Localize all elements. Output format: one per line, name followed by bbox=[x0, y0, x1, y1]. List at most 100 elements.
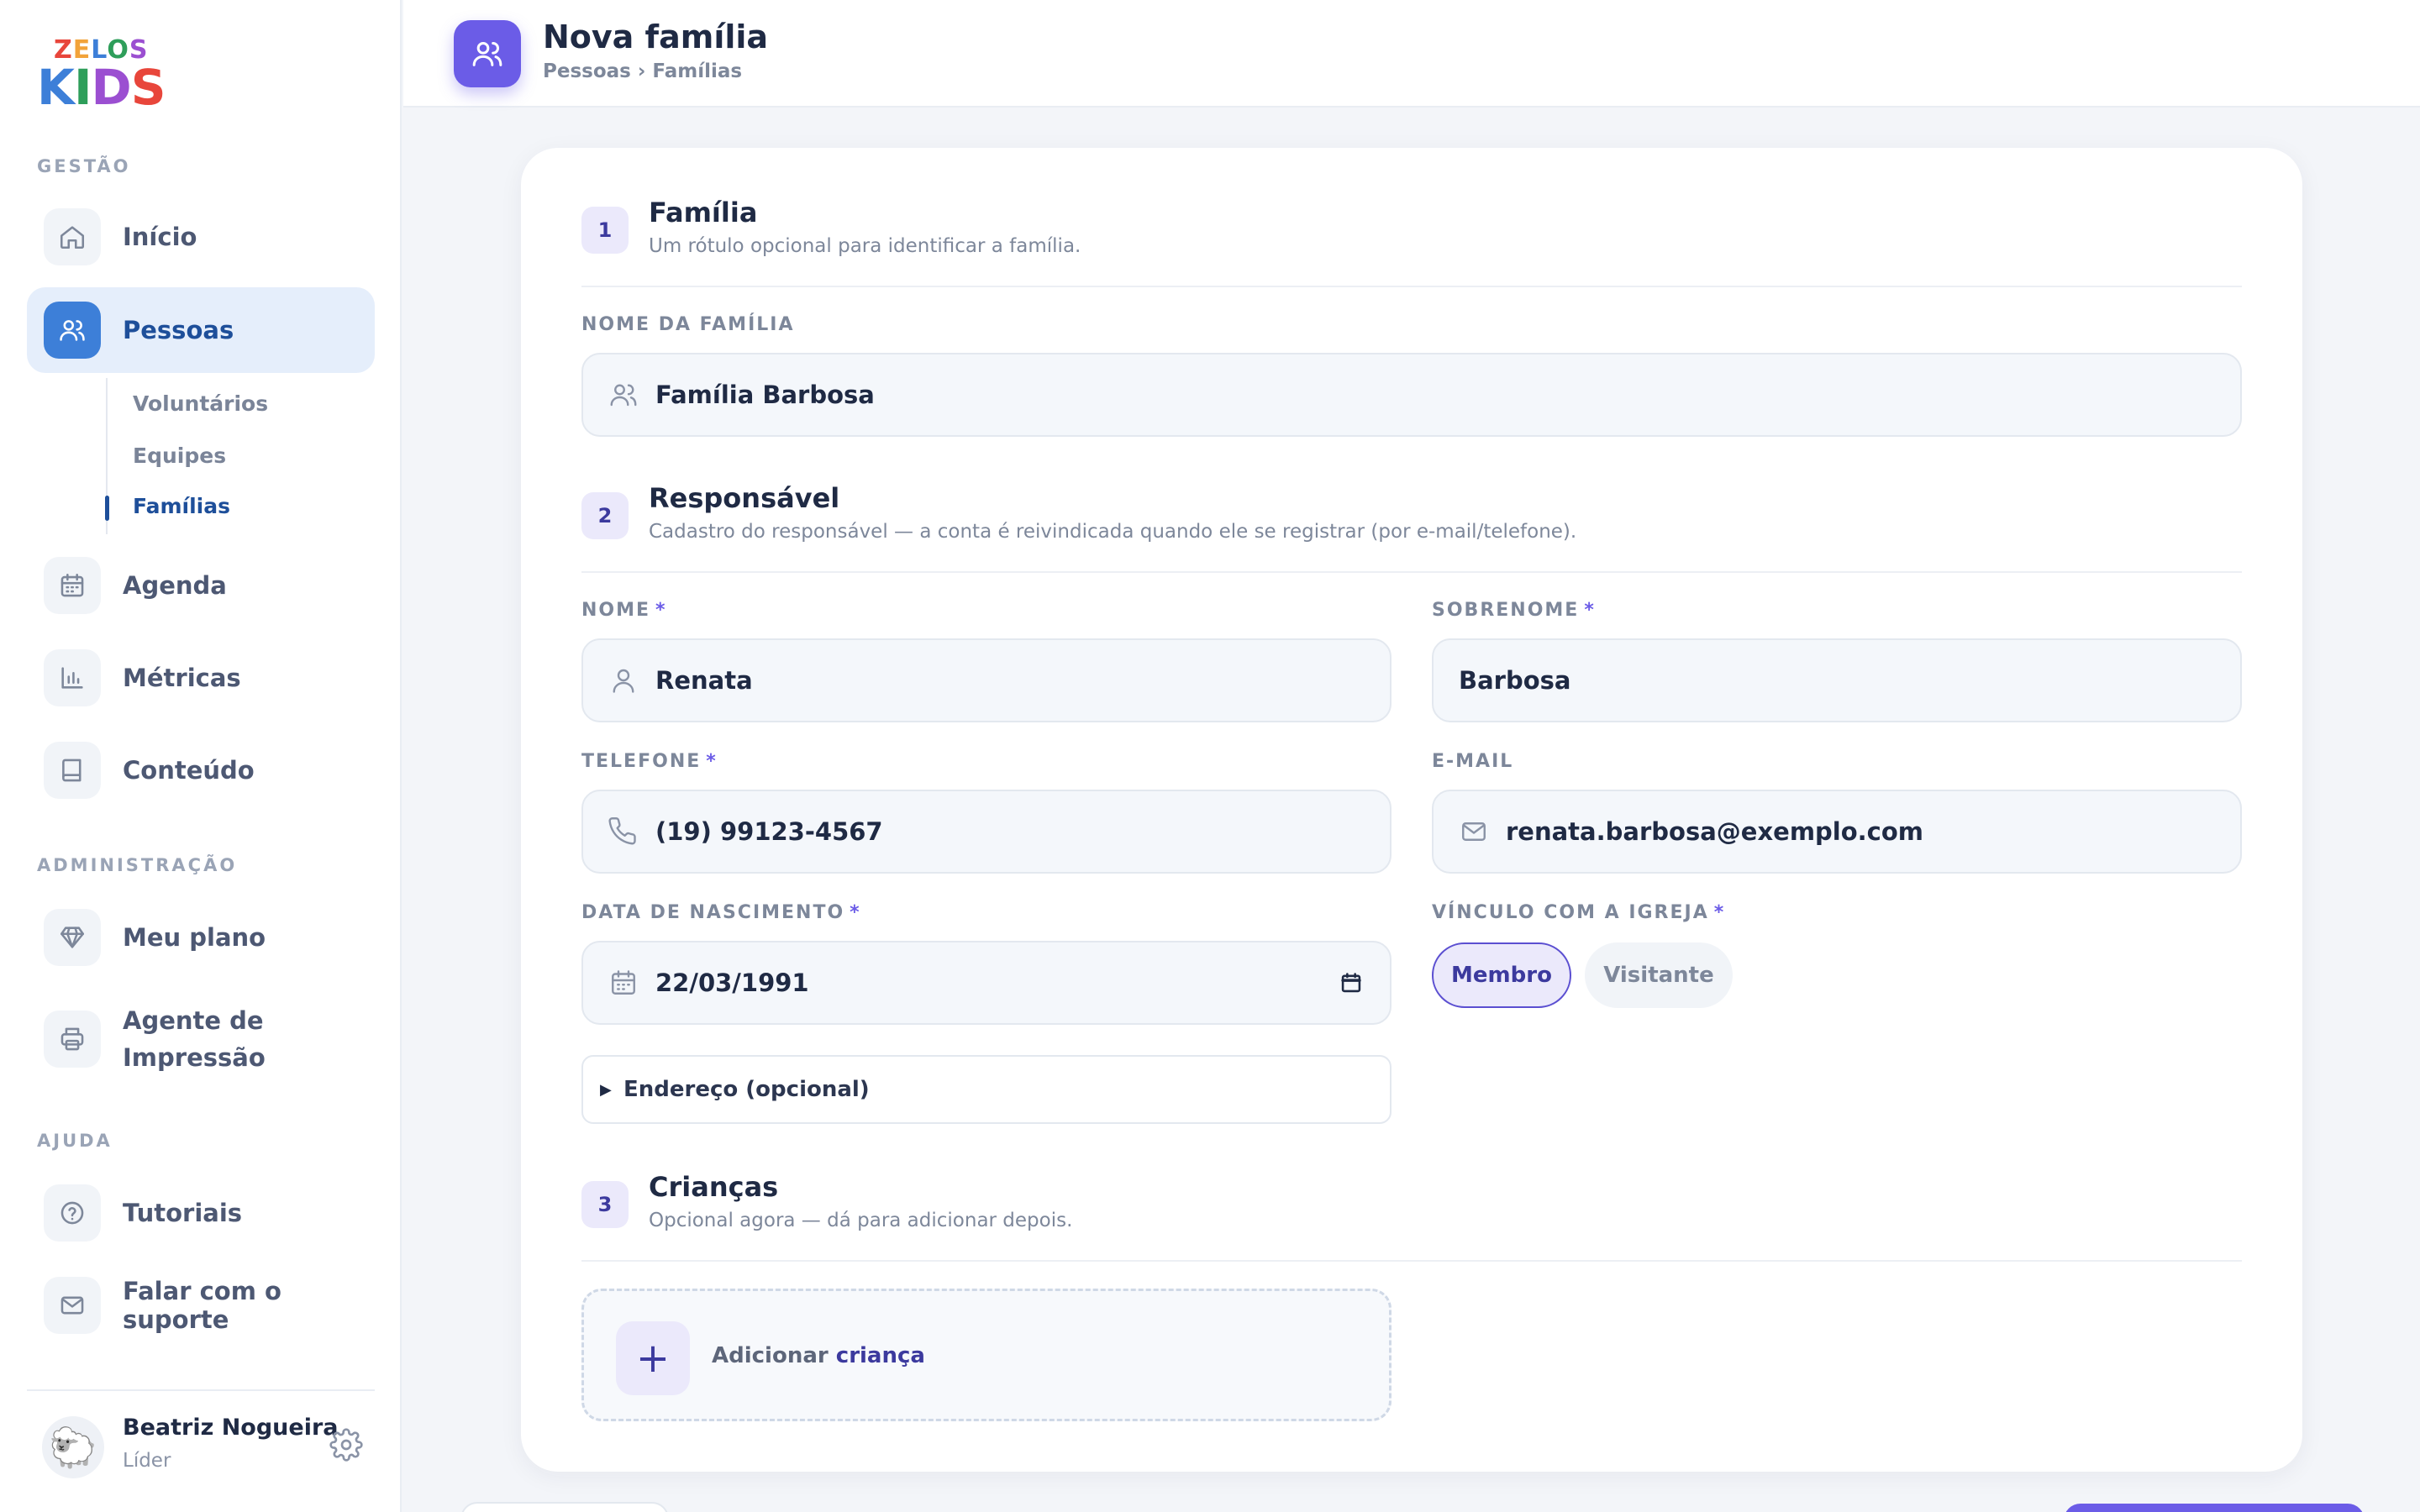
field-label-email: E-MAIL bbox=[1432, 751, 1513, 772]
divider bbox=[581, 1260, 2242, 1262]
book-icon bbox=[44, 742, 101, 799]
calendar-icon bbox=[44, 557, 101, 614]
field-label-vinculo: VÍNCULO COM A IGREJA * bbox=[1432, 902, 1725, 923]
phone-input[interactable]: (19) 99123-4567 bbox=[581, 790, 1392, 874]
sidebar-item-metricas[interactable]: Métricas bbox=[27, 635, 375, 721]
section-title-responsavel: Responsável bbox=[649, 482, 840, 514]
mail-icon bbox=[44, 1277, 101, 1334]
user-icon bbox=[613, 669, 634, 693]
subnav-item-equipes[interactable]: Equipes bbox=[133, 444, 226, 468]
add-child-button[interactable]: + Adicionar criança bbox=[581, 1289, 1392, 1421]
sidebar-item-label: Métricas bbox=[123, 664, 241, 692]
label-text: SOBRENOME bbox=[1432, 600, 1580, 621]
subnav-item-familias[interactable]: Famílias bbox=[133, 494, 230, 518]
active-marker bbox=[105, 496, 109, 521]
last-name-input[interactable]: Barbosa bbox=[1432, 638, 2242, 722]
add-child-prefix: Adicionar bbox=[712, 1343, 829, 1368]
calendar-icon bbox=[612, 970, 635, 995]
label-text: DATA DE NASCIMENTO bbox=[581, 902, 845, 923]
required-mark: * bbox=[706, 751, 718, 772]
address-disclosure-label: Endereço (opcional) bbox=[623, 1077, 870, 1102]
logo-letter: I bbox=[73, 59, 92, 116]
input-value: Renata bbox=[655, 666, 753, 695]
section-title-familia: Família bbox=[649, 197, 758, 228]
secondary-action-button[interactable] bbox=[460, 1502, 669, 1512]
sidebar-item-label: Início bbox=[123, 223, 197, 251]
sidebar-item-label: Conteúdo bbox=[123, 756, 255, 785]
help-circle-icon bbox=[44, 1184, 101, 1242]
first-name-input[interactable]: Renata bbox=[581, 638, 1392, 722]
step-badge-2: 2 bbox=[581, 492, 629, 539]
vinculo-option-membro[interactable]: Membro bbox=[1432, 942, 1571, 1008]
users-icon bbox=[454, 20, 521, 87]
logo-letter: S bbox=[130, 59, 166, 116]
email-input[interactable]: renata.barbosa@exemplo.com bbox=[1432, 790, 2242, 874]
family-form-card: 1 Família Um rótulo opcional para identi… bbox=[521, 148, 2302, 1472]
sidebar-item-label: Agenda bbox=[123, 571, 227, 600]
breadcrumb[interactable]: Pessoas › Famílias bbox=[543, 60, 742, 82]
add-child-label: Adicionar criança bbox=[712, 1343, 925, 1368]
gear-icon[interactable] bbox=[329, 1428, 363, 1462]
sidebar-item-conteudo[interactable]: Conteúdo bbox=[27, 727, 375, 813]
sidebar-item-label: Agente de Impressão bbox=[123, 1002, 266, 1076]
field-label-nome: NOME * bbox=[581, 600, 667, 621]
sidebar-item-label: Meu plano bbox=[123, 923, 266, 952]
section-label-administracao: ADMINISTRAÇÃO bbox=[37, 855, 238, 875]
user-name: Beatriz Nogueira bbox=[123, 1415, 339, 1441]
sidebar-item-falar-com-o-suporte[interactable]: Falar com o suporte bbox=[27, 1263, 375, 1348]
sidebar-item-meu-plano[interactable]: Meu plano bbox=[27, 895, 375, 980]
sidebar-item-tutoriais[interactable]: Tutoriais bbox=[27, 1170, 375, 1256]
subnav-item-voluntarios[interactable]: Voluntários bbox=[133, 391, 268, 416]
field-label-nome-familia: NOME DA FAMÍLIA bbox=[581, 314, 794, 335]
field-label-telefone: TELEFONE * bbox=[581, 751, 718, 772]
printer-icon bbox=[44, 1011, 101, 1068]
phone-icon bbox=[608, 817, 636, 845]
mail-icon bbox=[1462, 822, 1486, 841]
family-name-input[interactable]: Família Barbosa bbox=[581, 353, 2242, 437]
input-value: (19) 99123-4567 bbox=[655, 817, 883, 846]
field-label-nascimento: DATA DE NASCIMENTO * bbox=[581, 902, 861, 923]
avatar[interactable]: 🐑 bbox=[42, 1416, 104, 1478]
label-text: NOME DA FAMÍLIA bbox=[581, 314, 795, 335]
sidebar: ZELOS KIDS GESTÃO Início Pessoas Voluntá… bbox=[0, 0, 402, 1512]
section-subtitle-criancas: Opcional agora — dá para adicionar depoi… bbox=[649, 1210, 1073, 1231]
logo-letter: D bbox=[91, 59, 132, 116]
section-label-gestao: GESTÃO bbox=[37, 156, 131, 176]
home-icon bbox=[44, 208, 101, 265]
address-disclosure[interactable]: ▶ Endereço (opcional) bbox=[581, 1055, 1392, 1124]
input-value: 22/03/1991 bbox=[655, 969, 809, 997]
label-text: TELEFONE bbox=[581, 751, 702, 772]
sidebar-item-agente-de-impressao[interactable]: Agente de Impressão bbox=[27, 996, 375, 1082]
birthdate-input[interactable]: 22/03/1991 bbox=[581, 941, 1392, 1025]
input-value: Barbosa bbox=[1459, 666, 1571, 695]
field-label-sobrenome: SOBRENOME * bbox=[1432, 600, 1596, 621]
step-badge-1: 1 bbox=[581, 207, 629, 254]
sidebar-item-label: Pessoas bbox=[123, 316, 234, 344]
diamond-icon bbox=[44, 909, 101, 966]
user-role: Líder bbox=[123, 1450, 171, 1472]
disclosure-triangle-icon: ▶ bbox=[600, 1080, 612, 1099]
primary-action-button[interactable] bbox=[2064, 1504, 2365, 1512]
sidebar-item-label: Falar com o suporte bbox=[123, 1277, 281, 1334]
required-mark: * bbox=[850, 902, 861, 923]
sidebar-item-inicio[interactable]: Início bbox=[27, 194, 375, 280]
input-value: Família Barbosa bbox=[655, 381, 875, 409]
vinculo-option-visitante[interactable]: Visitante bbox=[1585, 942, 1733, 1008]
sidebar-item-label: Tutoriais bbox=[123, 1199, 243, 1227]
zelos-kids-logo[interactable]: ZELOS KIDS bbox=[37, 35, 166, 116]
divider bbox=[581, 571, 2242, 573]
sidebar-item-pessoas[interactable]: Pessoas bbox=[27, 287, 375, 373]
pessoas-subnav: Voluntários Equipes Famílias bbox=[105, 378, 358, 534]
sidebar-item-agenda[interactable]: Agenda bbox=[27, 543, 375, 628]
label-line-1: Agente de bbox=[123, 1006, 264, 1035]
page-header: Nova família Pessoas › Famílias bbox=[403, 0, 2420, 108]
users-icon bbox=[610, 384, 637, 407]
page-title: Nova família bbox=[543, 18, 769, 55]
required-mark: * bbox=[655, 600, 667, 621]
required-mark: * bbox=[1713, 902, 1726, 923]
label-text: E-MAIL bbox=[1432, 751, 1514, 772]
label-text: VÍNCULO COM A IGREJA bbox=[1432, 902, 1709, 923]
label-text: NOME bbox=[581, 600, 651, 621]
add-child-emphasis: criança bbox=[835, 1343, 925, 1368]
date-picker-icon[interactable] bbox=[1339, 971, 1363, 995]
